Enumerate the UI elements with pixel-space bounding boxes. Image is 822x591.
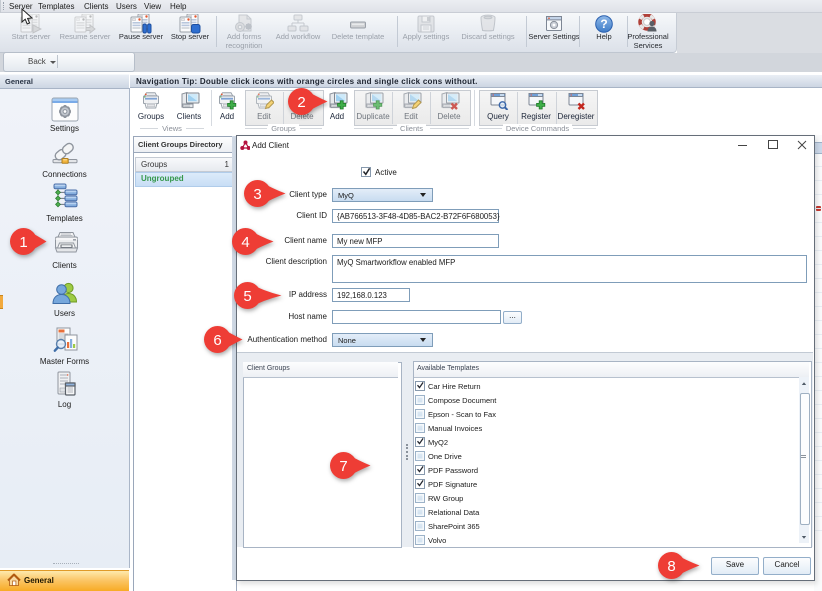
svg-text:?: ? [600, 17, 607, 31]
